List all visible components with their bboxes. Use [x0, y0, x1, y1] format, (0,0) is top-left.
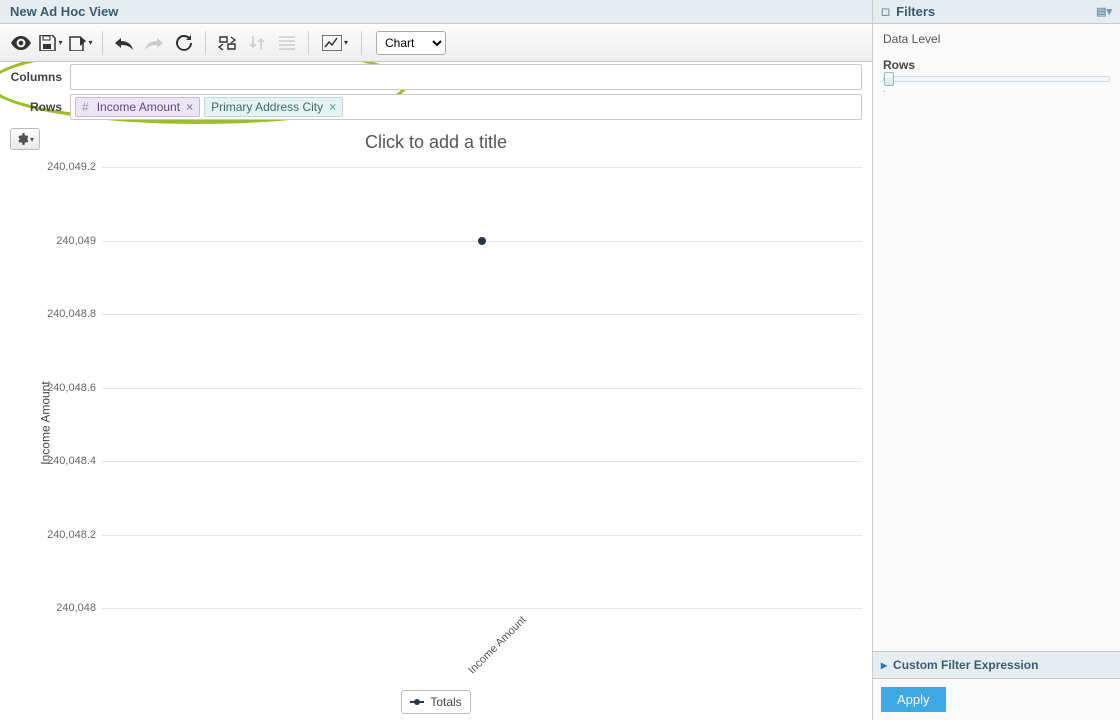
save-icon[interactable]: ▾ [36, 29, 66, 57]
x-axis-tick: Income Amount [466, 614, 529, 677]
slider-min-mark: . [883, 84, 1110, 95]
close-icon[interactable]: × [186, 100, 193, 114]
gear-icon [16, 133, 28, 145]
filters-title: Filters [896, 4, 935, 19]
filters-rows-label: Rows [883, 58, 1110, 72]
expand-icon[interactable]: ◻ [881, 5, 890, 18]
y-axis-tick: 240,048 [36, 602, 96, 614]
slider-thumb[interactable] [884, 72, 894, 86]
columns-shelf-label: Columns [0, 70, 70, 84]
y-axis-tick: 240,048.8 [36, 308, 96, 320]
rows-shelf-label: Rows [0, 100, 70, 114]
gridline [102, 388, 862, 389]
rows-level-slider[interactable] [883, 76, 1110, 82]
chevron-right-icon: ▸ [881, 658, 887, 672]
chart-title-placeholder[interactable]: Click to add a title [10, 122, 862, 159]
custom-filter-expression[interactable]: ▸ Custom Filter Expression [873, 651, 1120, 679]
y-axis-tick: 240,048.4 [36, 455, 96, 467]
undo-icon[interactable] [109, 29, 139, 57]
cfe-label: Custom Filter Expression [893, 658, 1038, 672]
eye-icon[interactable] [6, 29, 36, 57]
columns-dropzone[interactable] [70, 64, 862, 90]
y-axis-tick: 240,049 [36, 235, 96, 247]
gridline [102, 461, 862, 462]
chart-plot[interactable]: 240,048240,048.2240,048.4240,048.6240,04… [102, 167, 862, 608]
data-level-label: Data Level [883, 32, 1110, 46]
chip-label: Income Amount [97, 100, 180, 114]
close-icon[interactable]: × [329, 100, 336, 114]
y-axis-tick: 240,049.2 [36, 161, 96, 173]
y-axis-tick: 240,048.6 [36, 382, 96, 394]
chip-label: Primary Address City [211, 100, 323, 114]
page-title: New Ad Hoc View [0, 0, 872, 24]
columns-shelf[interactable]: Columns [0, 62, 872, 92]
rows-chip-primary-address-city[interactable]: Primary Address City × [204, 97, 343, 117]
legend-label: Totals [430, 695, 461, 709]
gridline [102, 535, 862, 536]
y-axis-tick: 240,048.2 [36, 529, 96, 541]
export-icon[interactable]: ▾ [66, 29, 96, 57]
sort-icon [242, 29, 272, 57]
gridline [102, 608, 862, 609]
chart-options-button[interactable]: ▾ [10, 128, 40, 150]
data-point[interactable] [478, 237, 486, 245]
reset-icon[interactable] [169, 29, 199, 57]
gridline [102, 167, 862, 168]
filters-menu-icon[interactable]: ▤▾ [1096, 5, 1112, 18]
filters-panel: ◻ Filters ▤▾ Data Level Rows . ▸ Custom … [873, 0, 1120, 720]
measure-hash-icon: # [82, 100, 89, 114]
rows-shelf[interactable]: Rows # Income Amount × Primary Address C… [0, 92, 872, 122]
chart-format-icon[interactable]: ▾ [315, 29, 355, 57]
rows-dropzone[interactable]: # Income Amount × Primary Address City × [70, 94, 862, 120]
gridline [102, 314, 862, 315]
view-type-select[interactable]: Chart [376, 31, 446, 55]
main-panel: New Ad Hoc View ▾ ▾ [0, 0, 873, 720]
toolbar: ▾ ▾ [0, 24, 872, 62]
redo-icon [139, 29, 169, 57]
rows-chip-income-amount[interactable]: # Income Amount × [75, 97, 200, 117]
detail-icon [272, 29, 302, 57]
chart-legend[interactable]: Totals [401, 690, 470, 714]
apply-button[interactable]: Apply [881, 687, 946, 712]
legend-marker-icon [410, 701, 424, 703]
pivot-icon[interactable] [212, 29, 242, 57]
